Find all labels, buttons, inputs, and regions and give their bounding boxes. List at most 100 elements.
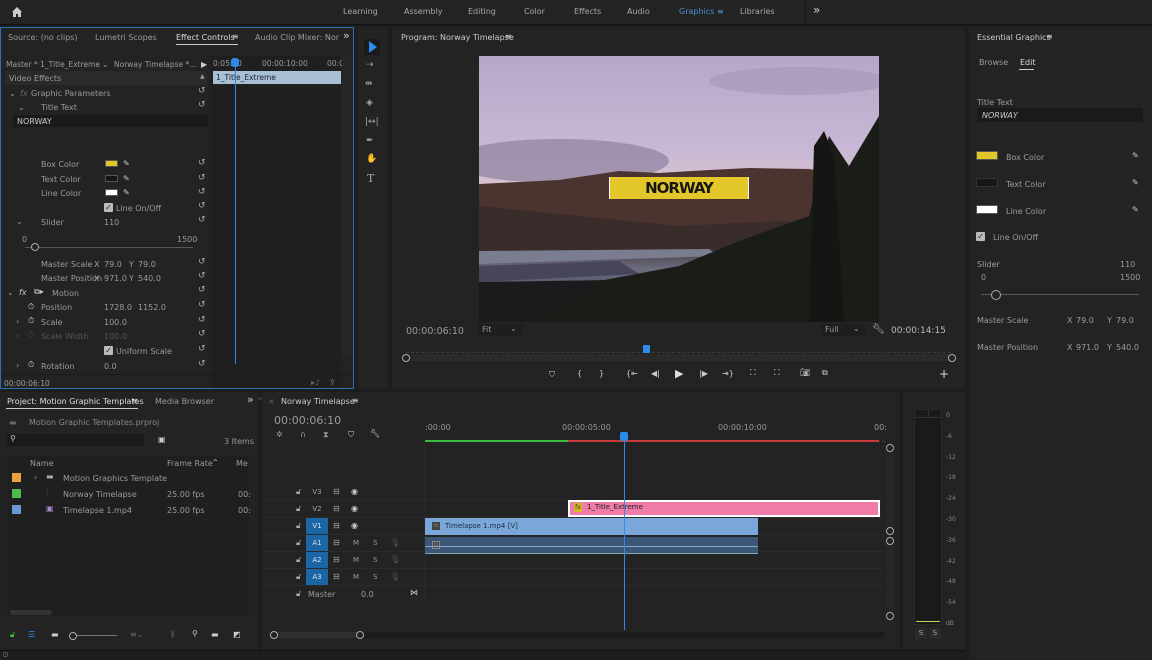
- slider-value[interactable]: 110: [104, 218, 119, 227]
- ec-playhead[interactable]: [235, 59, 236, 364]
- tab-edit[interactable]: Edit: [1020, 58, 1036, 67]
- sync-lock-icon[interactable]: ⊟: [333, 504, 340, 513]
- lock-icon[interactable]: 🔓︎: [296, 589, 301, 599]
- marker-icon[interactable]: ⛉: [348, 430, 354, 440]
- list-item[interactable]: ▣ Timelapse 1.mp4 25.00 fps 00:: [7, 502, 251, 518]
- add-button-icon[interactable]: +: [939, 367, 949, 381]
- solo-button[interactable]: S: [373, 556, 377, 564]
- linked-selection-icon[interactable]: ∩: [300, 430, 306, 439]
- mute-button[interactable]: M: [353, 539, 359, 547]
- line-onoff-checkbox[interactable]: ✓: [104, 203, 113, 212]
- extract-icon[interactable]: ⛶: [774, 368, 780, 378]
- workspace-learning[interactable]: Learning: [343, 7, 378, 16]
- quality-dropdown[interactable]: Full ⌄: [821, 324, 865, 336]
- title-text-input[interactable]: NORWAY: [13, 115, 208, 127]
- export-frame-icon[interactable]: 📷︎: [800, 368, 810, 377]
- sync-lock-icon[interactable]: ⊟: [333, 521, 340, 530]
- lock-icon[interactable]: 🔓︎: [296, 555, 301, 565]
- eyedropper-icon[interactable]: ✎: [123, 188, 130, 197]
- chevron-down-icon[interactable]: ⌄: [102, 60, 109, 69]
- expand-icon[interactable]: ›: [34, 473, 37, 482]
- master-position-x[interactable]: 971.0: [104, 274, 127, 283]
- horizontal-scrollbar[interactable]: [10, 610, 52, 615]
- reset-icon[interactable]: ↺: [198, 301, 207, 310]
- add-marker-icon[interactable]: ⛉: [549, 370, 555, 380]
- snap-icon[interactable]: ✲: [276, 430, 283, 439]
- expand-icon[interactable]: ⌄: [7, 288, 14, 297]
- microphone-icon[interactable]: 🎙︎: [390, 572, 400, 581]
- reset-icon[interactable]: ↺: [198, 272, 207, 281]
- find-icon[interactable]: ⚲: [192, 629, 198, 638]
- box-color-swatch[interactable]: [105, 160, 118, 167]
- close-icon[interactable]: ×: [268, 397, 275, 406]
- lock-icon[interactable]: 🔓︎: [10, 630, 15, 640]
- position-x[interactable]: 1728.0: [104, 303, 132, 312]
- go-to-out-icon[interactable]: ⇥}: [722, 369, 734, 378]
- expand-icon[interactable]: ⌄: [18, 103, 25, 112]
- timeline-timecode[interactable]: 00:00:06:10: [274, 414, 341, 427]
- video-clip[interactable]: fx Timelapse 1.mp4 [V]: [425, 518, 758, 535]
- scrub-start[interactable]: [402, 354, 410, 362]
- automate-icon[interactable]: ⫼: [171, 630, 175, 640]
- eyedropper-icon[interactable]: ✎: [1132, 151, 1139, 160]
- tab-menu-icon[interactable]: ≡: [232, 32, 239, 41]
- lock-icon[interactable]: 🔓︎: [296, 521, 301, 531]
- stopwatch-icon[interactable]: ⏱: [28, 360, 34, 370]
- fit-dropdown[interactable]: Fit ⌄: [478, 324, 522, 336]
- tab-lumetri-scopes[interactable]: Lumetri Scopes: [95, 33, 157, 42]
- reset-icon[interactable]: ↺: [198, 101, 207, 110]
- eyedropper-icon[interactable]: ✎: [123, 174, 130, 183]
- wrench-icon[interactable]: 🔧︎: [872, 324, 885, 335]
- audio-clip[interactable]: fx: [425, 537, 758, 554]
- status-icon[interactable]: ⊙: [2, 650, 9, 659]
- eg-text-color-swatch[interactable]: [976, 178, 998, 187]
- expand-icon[interactable]: ⌄: [16, 217, 23, 226]
- reset-icon[interactable]: ↺: [198, 360, 207, 369]
- mute-button[interactable]: M: [353, 556, 359, 564]
- workspace-assembly[interactable]: Assembly: [404, 7, 443, 16]
- more-tabs-icon[interactable]: »: [247, 393, 254, 406]
- track-target-a2[interactable]: A2: [306, 552, 328, 568]
- column-name[interactable]: Name: [30, 459, 54, 468]
- play-icon[interactable]: ▶: [201, 60, 207, 69]
- panel-menu-icon[interactable]: ≡: [1046, 32, 1053, 41]
- project-search-input[interactable]: ⚲: [7, 434, 144, 446]
- list-item[interactable]: ⫶ Norway Timelapse 25.00 fps 00:: [7, 486, 251, 502]
- ec-clip[interactable]: 1_Title_Extreme: [213, 71, 341, 84]
- label-color[interactable]: [12, 489, 21, 498]
- vscroll-bottom[interactable]: [886, 612, 894, 620]
- workspace-effects[interactable]: Effects: [574, 7, 601, 16]
- tab-browse[interactable]: Browse: [979, 58, 1008, 67]
- reset-icon[interactable]: ↺: [198, 345, 207, 354]
- reset-icon[interactable]: ↺: [198, 159, 207, 168]
- tab-source[interactable]: Source: (no clips): [8, 33, 78, 42]
- panel-menu-icon[interactable]: ≡: [352, 396, 359, 405]
- play-icon[interactable]: ▶: [675, 367, 683, 380]
- scrub-end[interactable]: [948, 354, 956, 362]
- track-target-a3[interactable]: A3: [306, 569, 328, 585]
- track-target-v3[interactable]: V3: [306, 484, 328, 500]
- timeline-playhead[interactable]: [624, 437, 625, 630]
- eyedropper-icon[interactable]: ✎: [1132, 178, 1139, 187]
- reset-icon[interactable]: ↺: [198, 174, 207, 183]
- reset-icon[interactable]: ↺: [198, 286, 207, 295]
- new-bin-icon[interactable]: ▬: [211, 630, 219, 639]
- eg-title-text-input[interactable]: NORWAY: [977, 108, 1143, 122]
- mute-button[interactable]: M: [353, 573, 359, 581]
- program-ruler[interactable]: [406, 345, 951, 353]
- sync-lock-icon[interactable]: ⊟: [333, 572, 340, 581]
- solo-button[interactable]: S: [373, 573, 377, 581]
- microphone-icon[interactable]: 🎙︎: [390, 538, 400, 547]
- comparison-view-icon[interactable]: ⧉: [822, 368, 828, 378]
- lock-icon[interactable]: 🔓︎: [296, 538, 301, 548]
- ripple-edit-icon[interactable]: ⇹: [365, 79, 373, 89]
- vscroll-top[interactable]: [886, 444, 894, 452]
- vertical-scrollbar[interactable]: [886, 446, 894, 626]
- add-marker-icon[interactable]: ⧗: [323, 430, 329, 440]
- workspace-menu-icon[interactable]: ≡: [717, 7, 724, 16]
- sort-asc-icon[interactable]: ⌃: [212, 458, 219, 467]
- reset-icon[interactable]: ↺: [198, 330, 207, 339]
- hscroll-end[interactable]: [356, 631, 364, 639]
- slider-handle[interactable]: [31, 243, 39, 251]
- program-playhead[interactable]: [642, 345, 650, 353]
